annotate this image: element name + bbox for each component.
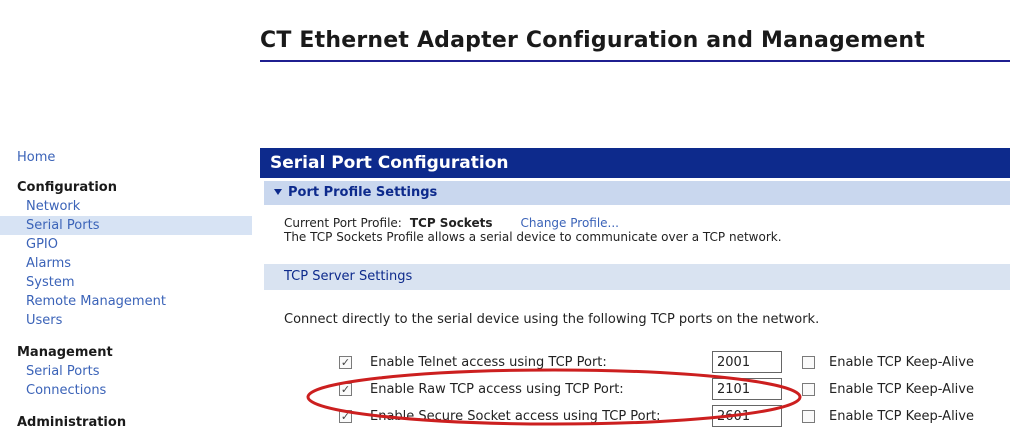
sidebar-item-gpio[interactable]: GPIO bbox=[0, 235, 252, 254]
sidebar-item-alarms[interactable]: Alarms bbox=[0, 254, 252, 273]
nav-heading-administration: Administration bbox=[17, 415, 127, 430]
sidebar-item-connections[interactable]: Connections bbox=[0, 381, 252, 400]
port-profile-settings-label: Port Profile Settings bbox=[288, 185, 438, 200]
secure-socket-row: ✓ Enable Secure Socket access using TCP … bbox=[264, 405, 1010, 432]
sidebar-item-network[interactable]: Network bbox=[0, 197, 252, 216]
telnet-enable-checkbox[interactable]: ✓ bbox=[339, 356, 352, 369]
page: CT Ethernet Adapter Configuration and Ma… bbox=[0, 0, 1010, 446]
raw-tcp-row: ✓ Enable Raw TCP access using TCP Port: … bbox=[264, 378, 1010, 405]
nav-group-management: Management Serial Ports Connections bbox=[0, 344, 252, 400]
telnet-enable-label: Enable Telnet access using TCP Port: bbox=[370, 355, 607, 370]
raw-tcp-enable-checkbox[interactable]: ✓ bbox=[339, 383, 352, 396]
title-divider bbox=[260, 60, 1010, 62]
change-profile-link[interactable]: Change Profile... bbox=[520, 216, 619, 230]
secure-socket-enable-checkbox[interactable]: ✓ bbox=[339, 410, 352, 423]
telnet-keepalive-checkbox[interactable] bbox=[802, 356, 815, 369]
secure-socket-port-input[interactable] bbox=[712, 405, 782, 427]
nav-heading-management: Management bbox=[17, 345, 113, 360]
profile-info: Current Port Profile: TCP Sockets Change P… bbox=[264, 205, 1010, 252]
secure-socket-keepalive-label: Enable TCP Keep-Alive bbox=[829, 409, 974, 424]
nav-heading-configuration: Configuration bbox=[17, 180, 117, 195]
port-profile-panel: Port Profile Settings Current Port Profi… bbox=[264, 181, 1010, 432]
sidebar-item-home[interactable]: Home bbox=[17, 148, 252, 167]
raw-tcp-keepalive-label: Enable TCP Keep-Alive bbox=[829, 382, 974, 397]
sidebar-item-remote-management[interactable]: Remote Management bbox=[0, 292, 252, 311]
sidebar-item-system[interactable]: System bbox=[0, 273, 252, 292]
telnet-keepalive-label: Enable TCP Keep-Alive bbox=[829, 355, 974, 370]
caret-down-icon bbox=[274, 188, 282, 195]
secure-socket-keepalive-checkbox[interactable] bbox=[802, 410, 815, 423]
sidebar-item-serial-ports[interactable]: Serial Ports bbox=[0, 216, 252, 235]
current-profile-value: TCP Sockets bbox=[409, 216, 493, 230]
section-title: Serial Port Configuration bbox=[260, 148, 1010, 178]
profile-description: The TCP Sockets Profile allows a serial … bbox=[284, 230, 782, 244]
raw-tcp-keepalive-checkbox[interactable] bbox=[802, 383, 815, 396]
secure-socket-enable-label: Enable Secure Socket access using TCP Po… bbox=[370, 409, 661, 424]
nav-group-configuration: Configuration Network Serial Ports GPIO … bbox=[0, 179, 252, 330]
current-profile-label: Current Port Profile: bbox=[284, 216, 402, 230]
telnet-row: ✓ Enable Telnet access using TCP Port: E… bbox=[264, 351, 1010, 378]
sidebar-item-users[interactable]: Users bbox=[0, 311, 252, 330]
raw-tcp-port-input[interactable] bbox=[712, 378, 782, 400]
nav-group-administration: Administration bbox=[0, 414, 252, 432]
telnet-port-input[interactable] bbox=[712, 351, 782, 373]
tcp-server-settings-header: TCP Server Settings bbox=[264, 264, 1010, 290]
tcp-server-description: Connect directly to the serial device us… bbox=[284, 312, 820, 327]
page-title: CT Ethernet Adapter Configuration and Ma… bbox=[260, 28, 925, 53]
sidebar-item-management-serial-ports[interactable]: Serial Ports bbox=[0, 362, 252, 381]
raw-tcp-enable-label: Enable Raw TCP access using TCP Port: bbox=[370, 382, 624, 397]
tcp-port-rows: ✓ Enable Telnet access using TCP Port: E… bbox=[264, 351, 1010, 432]
port-profile-settings-toggle[interactable]: Port Profile Settings bbox=[264, 181, 1010, 205]
main-content: Serial Port Configuration Port Profile S… bbox=[260, 148, 1010, 446]
sidebar-nav: Home Configuration Network Serial Ports … bbox=[0, 148, 252, 446]
